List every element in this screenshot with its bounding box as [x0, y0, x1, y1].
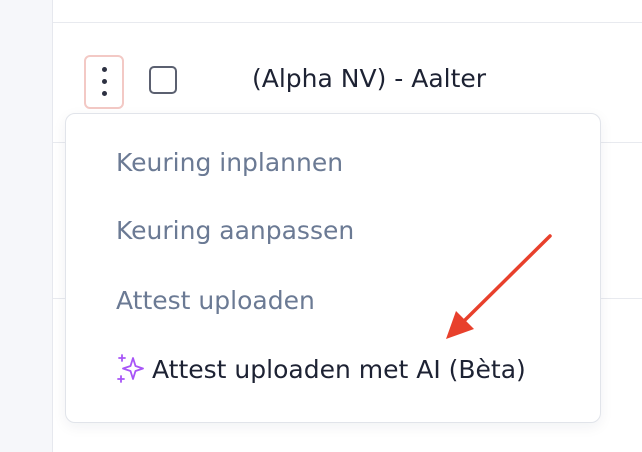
row-divider — [53, 22, 642, 23]
menu-item-label: Attest uploaden met AI (Bèta) — [152, 354, 526, 384]
row-actions-kebab-button[interactable] — [84, 55, 124, 109]
row-select-checkbox[interactable] — [149, 66, 177, 94]
kebab-dot-icon — [102, 91, 107, 96]
left-sidebar-edge — [0, 0, 53, 452]
row-title: (Alpha NV) - Aalter — [252, 64, 487, 93]
kebab-dot-icon — [102, 79, 107, 84]
menu-item-attest-uploaden-ai[interactable]: Attest uploaden met AI (Bèta) — [114, 352, 526, 386]
menu-item-attest-uploaden[interactable]: Attest uploaden — [116, 286, 315, 315]
menu-item-keuring-inplannen[interactable]: Keuring inplannen — [116, 148, 343, 177]
menu-item-keuring-aanpassen[interactable]: Keuring aanpassen — [116, 216, 354, 245]
sparkle-icon — [117, 354, 144, 383]
row-actions-menu: Keuring inplannen Keuring aanpassen Atte… — [65, 113, 601, 423]
table-view: (Alpha NV) - Aalter Keuring inplannen Ke… — [0, 0, 642, 452]
kebab-dot-icon — [102, 67, 107, 72]
